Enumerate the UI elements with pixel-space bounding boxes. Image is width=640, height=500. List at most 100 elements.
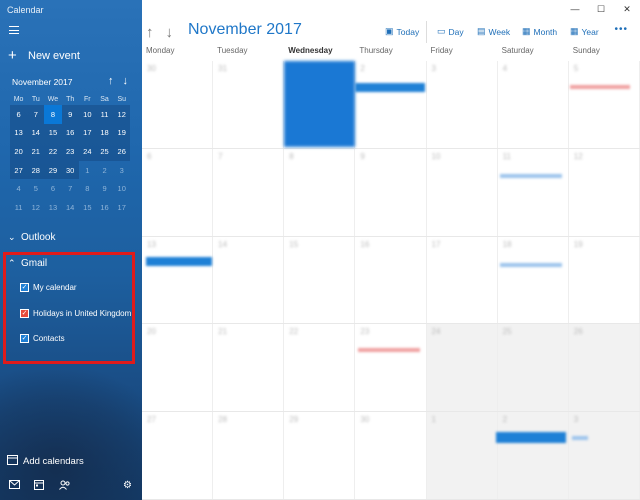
mini-day-cell[interactable]: 11 — [10, 198, 27, 217]
day-cell[interactable]: 15 — [284, 236, 356, 324]
mini-day-cell[interactable]: 13 — [44, 198, 61, 217]
mini-day-cell[interactable]: 12 — [113, 105, 131, 124]
event-block[interactable] — [284, 61, 355, 147]
day-cell[interactable]: 4 — [498, 61, 569, 148]
calendar-item-my-calendar[interactable]: ✓ My calendar — [20, 283, 77, 292]
mini-day-cell[interactable]: 8 — [44, 105, 62, 124]
day-cell[interactable]: 24 — [426, 324, 498, 412]
mini-day-cell[interactable]: 16 — [96, 198, 113, 217]
mini-day-cell[interactable]: 15 — [79, 198, 96, 217]
mini-day-cell[interactable]: 2 — [96, 161, 113, 180]
day-cell[interactable]: 21 — [213, 324, 285, 412]
day-cell[interactable]: 17 — [427, 236, 498, 324]
day-cell[interactable]: 14 — [213, 236, 285, 324]
mini-day-cell[interactable]: 7 — [27, 105, 45, 124]
day-cell[interactable]: 3 — [568, 412, 640, 499]
day-cell[interactable]: 16 — [355, 236, 427, 324]
mini-day-cell[interactable]: 13 — [10, 123, 28, 143]
day-cell[interactable]: 30 — [355, 412, 427, 499]
day-cell[interactable]: 11 — [498, 148, 569, 236]
day-cell[interactable]: 13 — [142, 236, 214, 324]
mini-day-cell[interactable]: 17 — [113, 198, 130, 217]
day-cell[interactable]: 28 — [213, 412, 285, 499]
mini-day-cell[interactable]: 16 — [61, 123, 79, 143]
mini-next-arrow-icon[interactable]: ↓ — [123, 75, 129, 87]
day-cell[interactable]: 7 — [213, 148, 285, 236]
mini-day-cell[interactable]: 27 — [10, 160, 28, 180]
day-cell[interactable]: 9 — [355, 148, 427, 236]
event-bar[interactable] — [146, 257, 212, 266]
mini-day-cell[interactable]: 6 — [44, 179, 61, 198]
event-bar[interactable] — [570, 85, 630, 89]
mini-day-cell[interactable]: 6 — [10, 105, 28, 124]
mini-day-cell[interactable]: 20 — [10, 142, 28, 161]
mini-day-cell[interactable]: 24 — [78, 142, 96, 161]
add-calendars-button[interactable]: Add calendars — [7, 454, 84, 468]
checkbox[interactable]: ✓ — [20, 309, 29, 318]
mini-day-cell[interactable]: 14 — [62, 198, 79, 217]
event-bar[interactable] — [496, 432, 566, 443]
mini-day-cell[interactable]: 17 — [78, 123, 96, 143]
mini-day-cell[interactable]: 23 — [61, 142, 79, 161]
mini-day-cell[interactable]: 22 — [44, 142, 62, 161]
mini-day-cell[interactable]: 29 — [44, 160, 62, 180]
settings-gear-icon[interactable]: ⚙ — [123, 480, 132, 491]
today-button[interactable]: ▣ Today — [385, 26, 419, 37]
mini-day-cell[interactable]: 1 — [79, 161, 96, 180]
day-cell[interactable]: 8 — [284, 148, 356, 236]
checkbox[interactable]: ✓ — [20, 334, 29, 343]
day-cell[interactable]: 25 — [497, 324, 569, 412]
mini-day-cell[interactable]: 10 — [78, 105, 96, 124]
mini-day-cell[interactable]: 25 — [95, 142, 114, 161]
mini-day-cell[interactable]: 12 — [27, 198, 44, 217]
day-cell[interactable]: 2 — [497, 412, 569, 499]
previous-arrow-icon[interactable]: ↑ — [146, 24, 154, 41]
maximize-icon[interactable]: ☐ — [588, 0, 614, 18]
more-options-icon[interactable]: ••• — [614, 24, 628, 35]
mini-prev-arrow-icon[interactable]: ↑ — [108, 75, 114, 87]
account-outlook[interactable]: ⌄ Outlook — [8, 232, 55, 243]
calendar-item-contacts[interactable]: ✓ Contacts — [20, 334, 65, 343]
day-cell[interactable]: 31 — [213, 61, 285, 148]
account-gmail[interactable]: ⌃ Gmail — [8, 258, 47, 269]
day-cell[interactable]: 27 — [142, 412, 214, 499]
mini-day-cell[interactable]: 9 — [96, 179, 113, 198]
calendar-item-holidays[interactable]: ✓ Holidays in United Kingdom — [20, 309, 131, 318]
mini-day-cell[interactable]: 19 — [113, 123, 131, 143]
day-cell[interactable]: 19 — [569, 236, 640, 324]
close-icon[interactable]: ✕ — [614, 0, 640, 18]
day-cell[interactable]: 22 — [284, 324, 356, 412]
month-view-button[interactable]: ▦ Month — [522, 26, 557, 37]
mini-day-cell[interactable]: 15 — [44, 123, 62, 143]
year-view-button[interactable]: ▦ Year — [570, 26, 599, 37]
mail-icon[interactable] — [9, 480, 20, 492]
mini-day-cell[interactable]: 14 — [27, 123, 45, 143]
day-cell[interactable]: 6 — [142, 148, 214, 236]
week-view-button[interactable]: ▤ Week — [477, 26, 510, 37]
day-cell[interactable]: 10 — [427, 148, 498, 236]
mini-day-cell[interactable]: 30 — [61, 160, 79, 180]
next-arrow-icon[interactable]: ↓ — [166, 24, 174, 41]
event-bar[interactable] — [500, 174, 562, 178]
mini-day-cell[interactable]: 7 — [62, 179, 79, 198]
day-cell[interactable]: 20 — [142, 324, 214, 412]
day-cell[interactable]: 1 — [426, 412, 498, 499]
day-cell[interactable]: 5 — [569, 61, 640, 148]
event-bar[interactable] — [500, 263, 562, 267]
calendar-icon[interactable] — [34, 480, 44, 493]
mini-day-cell[interactable]: 21 — [27, 142, 45, 161]
mini-day-cell[interactable]: 18 — [95, 123, 114, 143]
day-cell[interactable]: 12 — [569, 148, 640, 236]
mini-day-cell[interactable]: 10 — [113, 179, 130, 198]
minimize-icon[interactable]: — — [562, 0, 588, 18]
new-event-button[interactable]: + New event — [8, 48, 80, 63]
mini-day-cell[interactable]: 9 — [61, 105, 79, 124]
mini-day-cell[interactable]: 8 — [79, 179, 96, 198]
event-bar[interactable] — [355, 83, 425, 92]
mini-day-cell[interactable]: 4 — [10, 179, 27, 198]
hamburger-menu-icon[interactable] — [9, 26, 19, 34]
day-cell[interactable]: 2 — [355, 61, 427, 148]
event-bar[interactable] — [572, 436, 588, 440]
event-bar[interactable] — [358, 348, 420, 352]
mini-day-cell[interactable]: 26 — [113, 142, 131, 161]
